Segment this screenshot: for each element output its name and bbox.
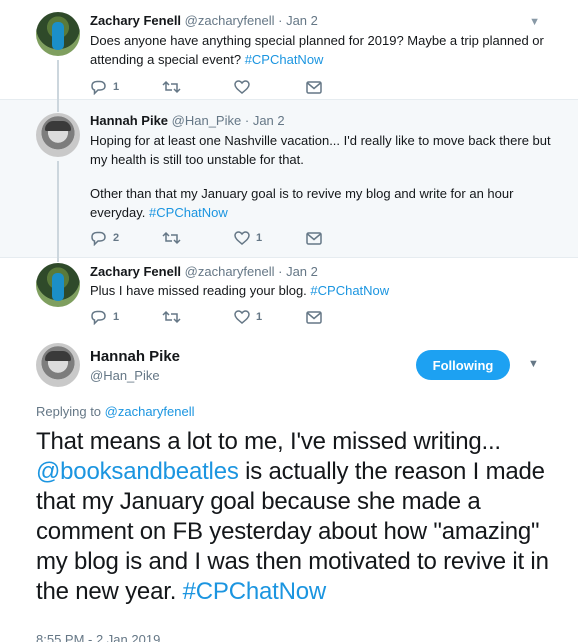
- separator: ·: [244, 113, 250, 128]
- tweet-body: Plus I have missed reading your blog.: [90, 283, 307, 298]
- like-count: 1: [256, 232, 263, 244]
- separator: ·: [278, 13, 283, 28]
- thread-connector: [57, 100, 59, 112]
- tweet-text: Plus I have missed reading your blog. #C…: [90, 281, 560, 300]
- author-name[interactable]: Zachary Fenell: [90, 13, 181, 28]
- message-button[interactable]: [306, 308, 322, 326]
- reply-icon: [91, 310, 106, 325]
- retweet-button[interactable]: [162, 229, 181, 247]
- tweet-text: Does anyone have anything special planne…: [90, 31, 560, 69]
- tweet-2[interactable]: Hannah Pike @Han_Pike · Jan 2 Hoping for…: [0, 100, 578, 258]
- reply-count: 2: [113, 232, 120, 244]
- thread-connector: [57, 60, 59, 100]
- author-handle[interactable]: @Han_Pike: [172, 113, 242, 128]
- tweet-header: Zachary Fenell @zacharyfenell · Jan 2: [90, 264, 318, 279]
- reply-button[interactable]: 2: [90, 229, 119, 247]
- tweet-date[interactable]: Jan 2: [253, 113, 285, 128]
- reply-count: 1: [113, 81, 120, 93]
- chevron-down-icon[interactable]: ▼: [528, 358, 539, 370]
- tweet-text: Hoping for at least one Nashville vacati…: [90, 131, 560, 169]
- like-button[interactable]: 1: [234, 229, 262, 247]
- main-text-part-1: That means a lot to me, I've missed writ…: [36, 428, 501, 455]
- reply-button[interactable]: 1: [90, 308, 119, 326]
- replying-to: Replying to @zacharyfenell: [36, 404, 194, 419]
- like-count: 1: [256, 311, 263, 323]
- message-button[interactable]: [306, 78, 322, 96]
- message-icon: [306, 231, 322, 245]
- author-handle[interactable]: @zacharyfenell: [185, 264, 275, 279]
- chevron-down-icon[interactable]: ▼: [529, 16, 540, 28]
- tweet-3[interactable]: Zachary Fenell @zacharyfenell · Jan 2 Pl…: [0, 258, 578, 338]
- tweet-1[interactable]: Zachary Fenell @zacharyfenell · Jan 2 ▼ …: [0, 0, 578, 100]
- retweet-icon: [162, 310, 181, 324]
- author-name[interactable]: Hannah Pike: [90, 113, 168, 128]
- message-icon: [306, 310, 322, 324]
- retweet-icon: [162, 231, 181, 245]
- mention-link[interactable]: @booksandbeatles: [36, 458, 239, 485]
- like-icon: [234, 310, 250, 324]
- tweet-body-paragraph-1: Hoping for at least one Nashville vacati…: [90, 133, 551, 167]
- following-button[interactable]: Following: [416, 350, 510, 380]
- replying-prefix: Replying to: [36, 404, 102, 419]
- tweet-text: Other than that my January goal is to re…: [90, 184, 560, 222]
- tweet-timestamp[interactable]: 8:55 PM - 2 Jan 2019: [36, 632, 160, 642]
- reply-count: 1: [113, 311, 120, 323]
- reply-button[interactable]: 1: [90, 78, 119, 96]
- separator: ·: [278, 264, 283, 279]
- like-button[interactable]: [234, 78, 256, 96]
- tweet-date[interactable]: Jan 2: [286, 13, 318, 28]
- author-handle[interactable]: @zacharyfenell: [185, 13, 275, 28]
- thread-connector: [57, 161, 59, 258]
- author-name[interactable]: Zachary Fenell: [90, 264, 181, 279]
- retweet-button[interactable]: [162, 78, 181, 96]
- replying-to-link[interactable]: @zacharyfenell: [105, 404, 195, 419]
- like-icon: [234, 80, 250, 94]
- reply-icon: [91, 231, 106, 246]
- like-button[interactable]: 1: [234, 308, 262, 326]
- avatar[interactable]: [36, 12, 80, 56]
- tweet-date[interactable]: Jan 2: [286, 264, 318, 279]
- tweet-header: Hannah Pike @Han_Pike · Jan 2: [90, 113, 285, 128]
- retweet-button[interactable]: [162, 308, 181, 326]
- message-button[interactable]: [306, 229, 322, 247]
- avatar[interactable]: [36, 113, 80, 157]
- main-tweet-text: That means a lot to me, I've missed writ…: [36, 427, 566, 607]
- main-author-handle[interactable]: @Han_Pike: [90, 368, 160, 383]
- thread-connector: [57, 258, 59, 262]
- main-avatar[interactable]: [36, 343, 80, 387]
- reply-icon: [91, 80, 106, 95]
- main-author-name[interactable]: Hannah Pike: [90, 348, 180, 365]
- avatar[interactable]: [36, 263, 80, 307]
- tweet-header: Zachary Fenell @zacharyfenell · Jan 2: [90, 13, 318, 28]
- message-icon: [306, 80, 322, 94]
- retweet-icon: [162, 80, 181, 94]
- hashtag-link[interactable]: #CPChatNow: [149, 205, 228, 220]
- hashtag-link[interactable]: #CPChatNow: [183, 578, 327, 605]
- like-icon: [234, 231, 250, 245]
- hashtag-link[interactable]: #CPChatNow: [245, 52, 324, 67]
- hashtag-link[interactable]: #CPChatNow: [310, 283, 389, 298]
